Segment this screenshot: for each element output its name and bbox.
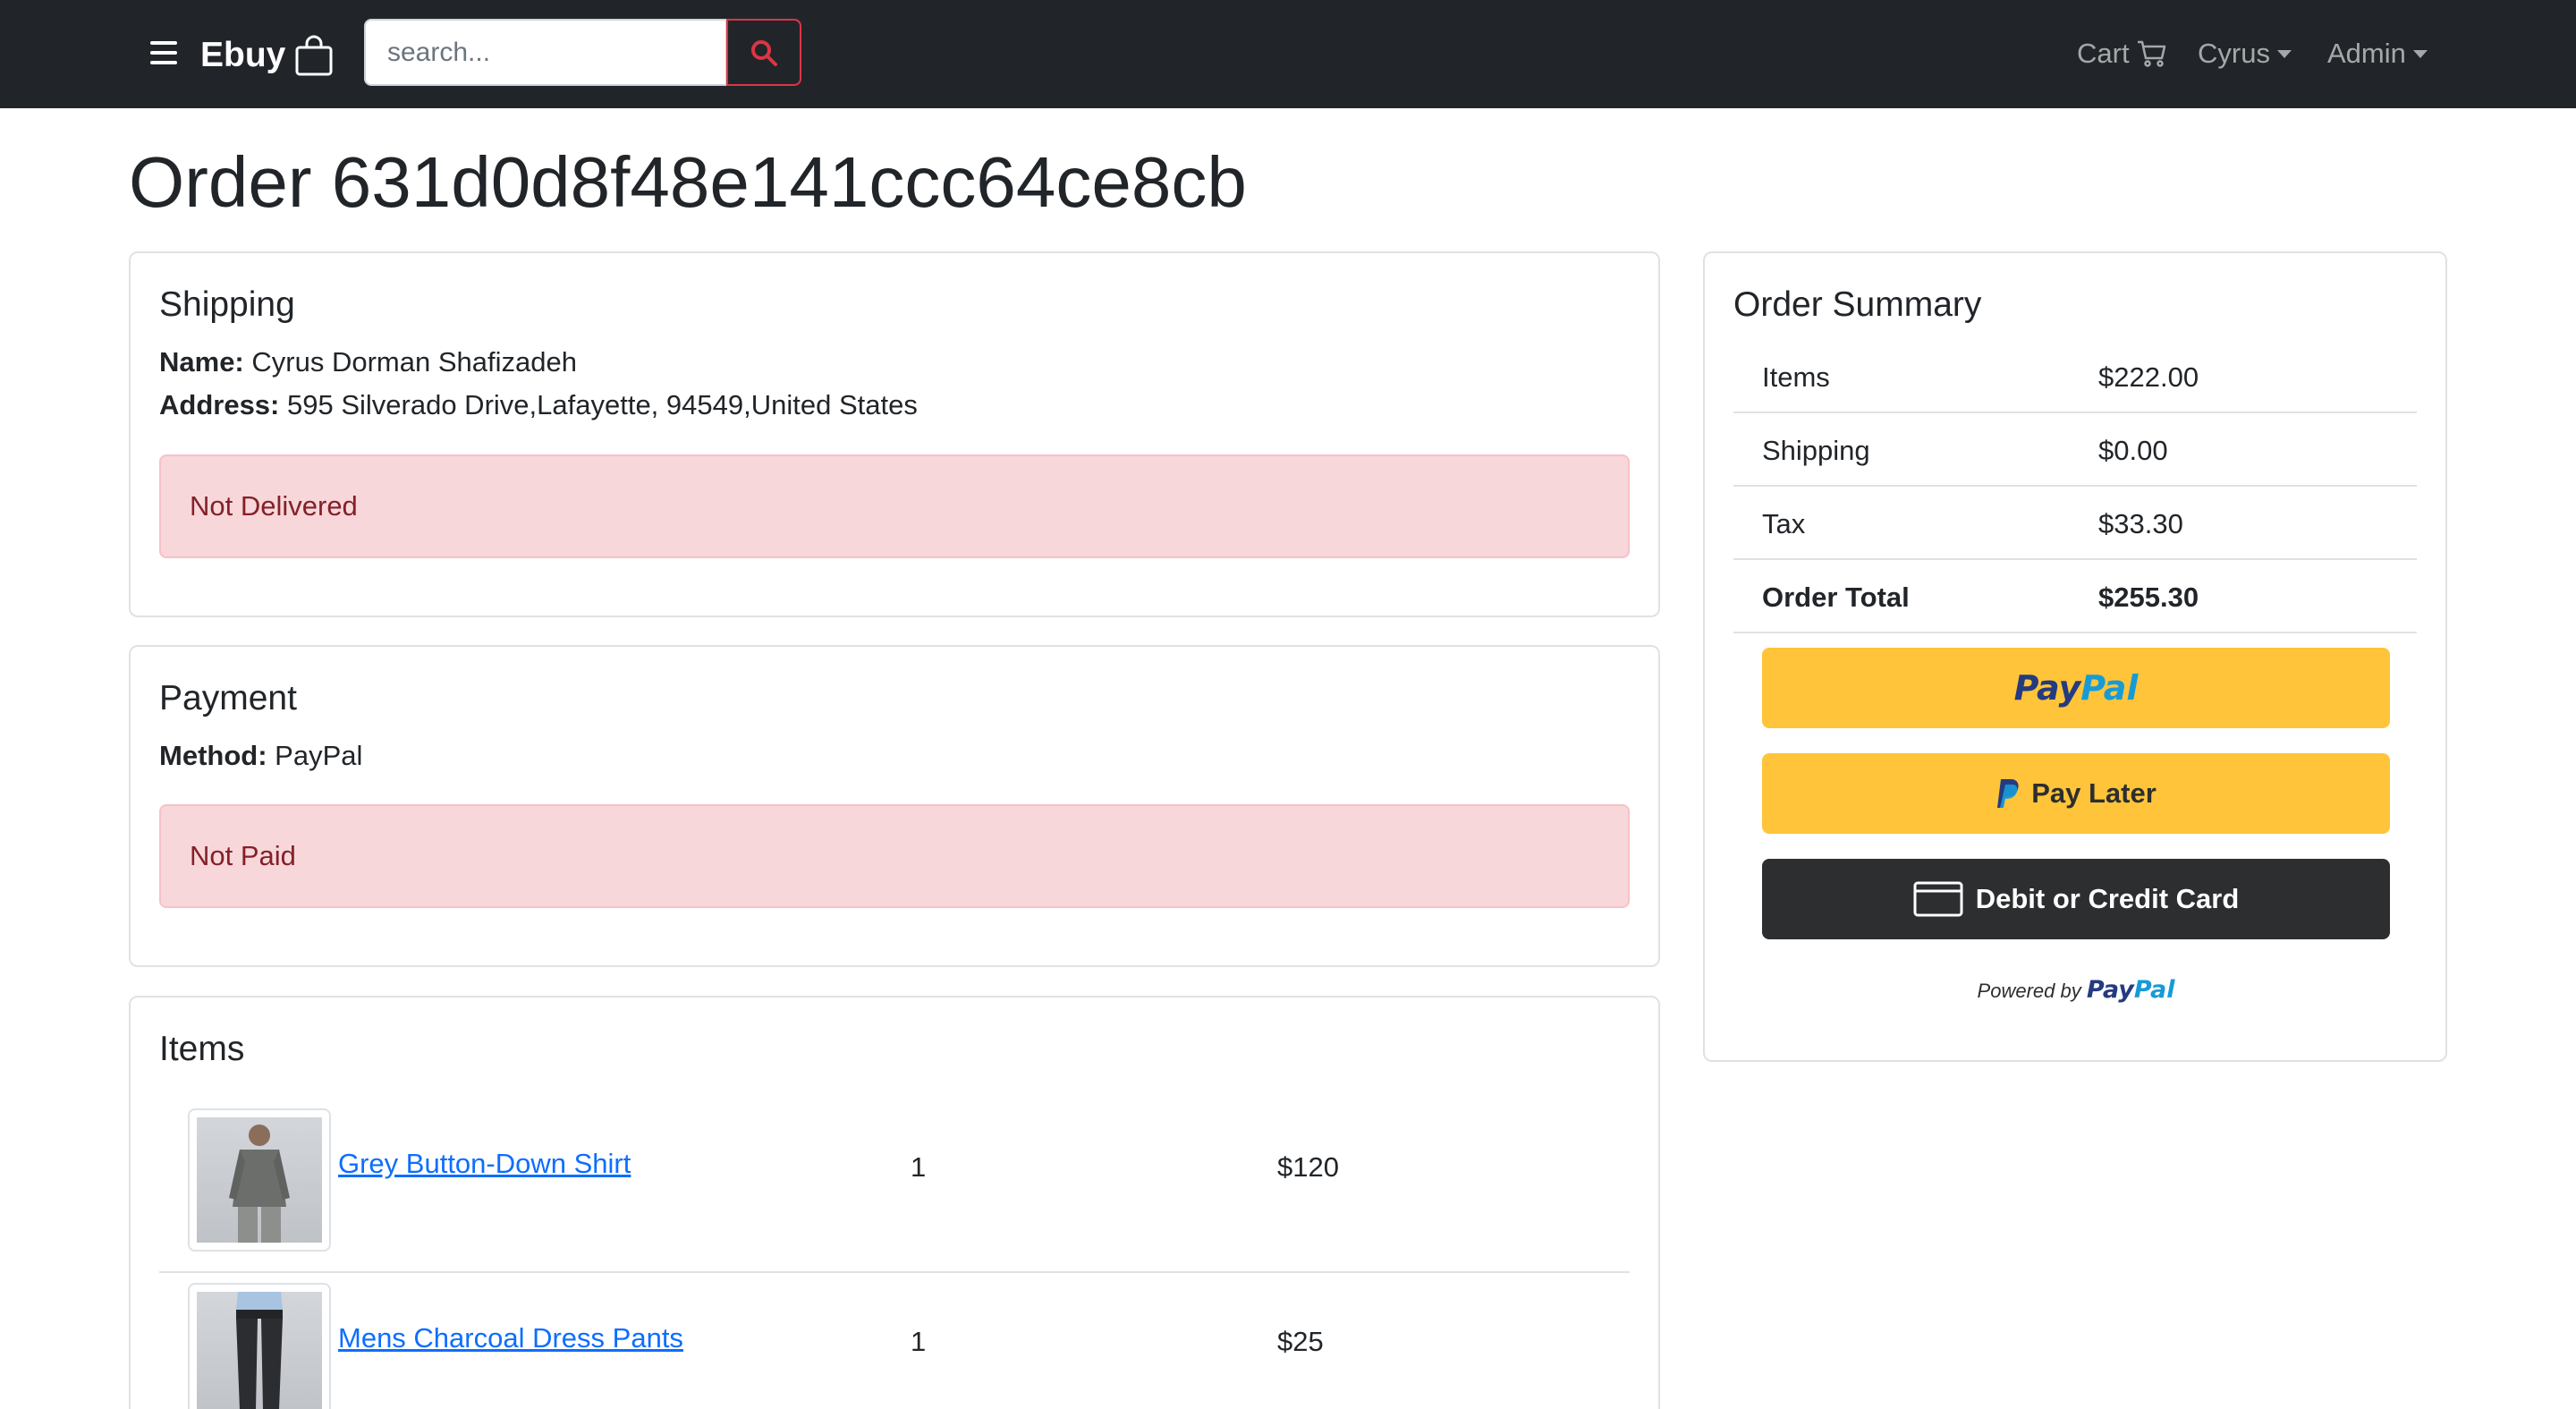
shopping-bag-icon	[295, 35, 333, 76]
summary-row-tax: Tax $33.30	[1733, 487, 2417, 560]
search-icon	[751, 39, 777, 66]
method-label: Method:	[159, 740, 267, 771]
search-button[interactable]	[726, 19, 801, 86]
product-link[interactable]: Grey Button-Down Shirt	[338, 1148, 631, 1180]
navbar: Ebuy Cart Cyrus Admin	[0, 0, 2576, 108]
user-label: Cyrus	[2198, 38, 2270, 69]
summary-label: Shipping	[1762, 435, 1870, 466]
summary-value: $0.00	[2098, 435, 2168, 466]
product-quantity: 1	[911, 1151, 927, 1183]
pants-model-image	[236, 1292, 283, 1409]
card-payment-label: Debit or Credit Card	[1975, 883, 2240, 914]
name-value: Cyrus Dorman Shafizadeh	[251, 346, 577, 378]
cart-label: Cart	[2077, 38, 2130, 69]
items-heading: Items	[159, 1030, 245, 1068]
brand-name: Ebuy	[200, 36, 286, 74]
product-image	[188, 1283, 331, 1409]
admin-dropdown[interactable]: Admin	[2327, 32, 2428, 75]
items-card: Items Grey Button-Down Shirt 1 $120 Mens…	[129, 996, 1660, 1409]
shipping-name: Name: Cyrus Dorman Shafizadeh	[159, 346, 577, 378]
cart-link[interactable]: Cart	[2077, 32, 2167, 75]
payment-card: Payment Method: PayPal Not Paid	[129, 645, 1660, 967]
shipping-card: Shipping Name: Cyrus Dorman Shafizadeh A…	[129, 251, 1660, 617]
summary-value: $222.00	[2098, 361, 2199, 393]
pay-later-label: Pay Later	[2031, 777, 2157, 809]
address-label: Address:	[159, 389, 280, 420]
powered-by-paypal: Powered by PayPal	[1762, 976, 2390, 1004]
product-price: $120	[1277, 1151, 1339, 1183]
paypal-logo: PayPal	[2013, 668, 2139, 708]
admin-label: Admin	[2327, 38, 2406, 69]
paypal-logo-small: PayPal	[2086, 976, 2175, 1004]
credit-card-icon	[1913, 881, 1963, 917]
payment-method: Method: PayPal	[159, 740, 362, 772]
summary-label: Tax	[1762, 508, 1806, 539]
method-value: PayPal	[275, 740, 363, 771]
summary-label: Items	[1762, 361, 1830, 393]
menu-icon[interactable]	[150, 41, 177, 64]
caret-down-icon	[2412, 49, 2428, 58]
summary-heading: Order Summary	[1733, 285, 1982, 324]
summary-row-total: Order Total $255.30	[1733, 560, 2417, 633]
paypal-p-icon	[1997, 779, 2019, 808]
cart-icon	[2137, 40, 2165, 67]
search-input[interactable]	[364, 19, 727, 86]
pay-later-button[interactable]: Pay Later	[1762, 753, 2390, 834]
summary-row-items: Items $222.00	[1733, 340, 2417, 413]
name-label: Name:	[159, 346, 244, 378]
product-quantity: 1	[911, 1326, 927, 1357]
list-item: Grey Button-Down Shirt 1 $120	[159, 1099, 1630, 1273]
delivery-status: Not Delivered	[190, 490, 358, 522]
caret-down-icon	[2276, 49, 2292, 58]
payment-status: Not Paid	[190, 840, 296, 871]
payment-status-alert: Not Paid	[159, 804, 1630, 908]
summary-row-shipping: Shipping $0.00	[1733, 413, 2417, 487]
list-item: Mens Charcoal Dress Pants 1 $25	[159, 1274, 1630, 1409]
address-value: 595 Silverado Drive,Lafayette, 94549,Uni…	[287, 389, 918, 420]
shipping-address: Address: 595 Silverado Drive,Lafayette, …	[159, 389, 918, 421]
delivery-status-alert: Not Delivered	[159, 454, 1630, 558]
powered-by-label: Powered by	[1977, 980, 2081, 1002]
summary-label: Order Total	[1762, 581, 1910, 613]
payment-heading: Payment	[159, 679, 297, 717]
product-image	[188, 1108, 331, 1252]
paypal-button[interactable]: PayPal	[1762, 648, 2390, 728]
brand-link[interactable]: Ebuy	[200, 34, 334, 77]
shirt-model-image	[229, 1125, 290, 1243]
page-title: Order 631d0d8f48e141ccc64ce8cb	[129, 142, 1247, 222]
product-price: $25	[1277, 1326, 1324, 1357]
order-summary-card: Order Summary Items $222.00 Shipping $0.…	[1703, 251, 2447, 1062]
user-dropdown[interactable]: Cyrus	[2198, 32, 2292, 75]
summary-value: $33.30	[2098, 508, 2183, 539]
summary-value: $255.30	[2098, 581, 2199, 613]
shipping-heading: Shipping	[159, 285, 295, 324]
product-link[interactable]: Mens Charcoal Dress Pants	[338, 1322, 683, 1354]
card-payment-button[interactable]: Debit or Credit Card	[1762, 859, 2390, 939]
